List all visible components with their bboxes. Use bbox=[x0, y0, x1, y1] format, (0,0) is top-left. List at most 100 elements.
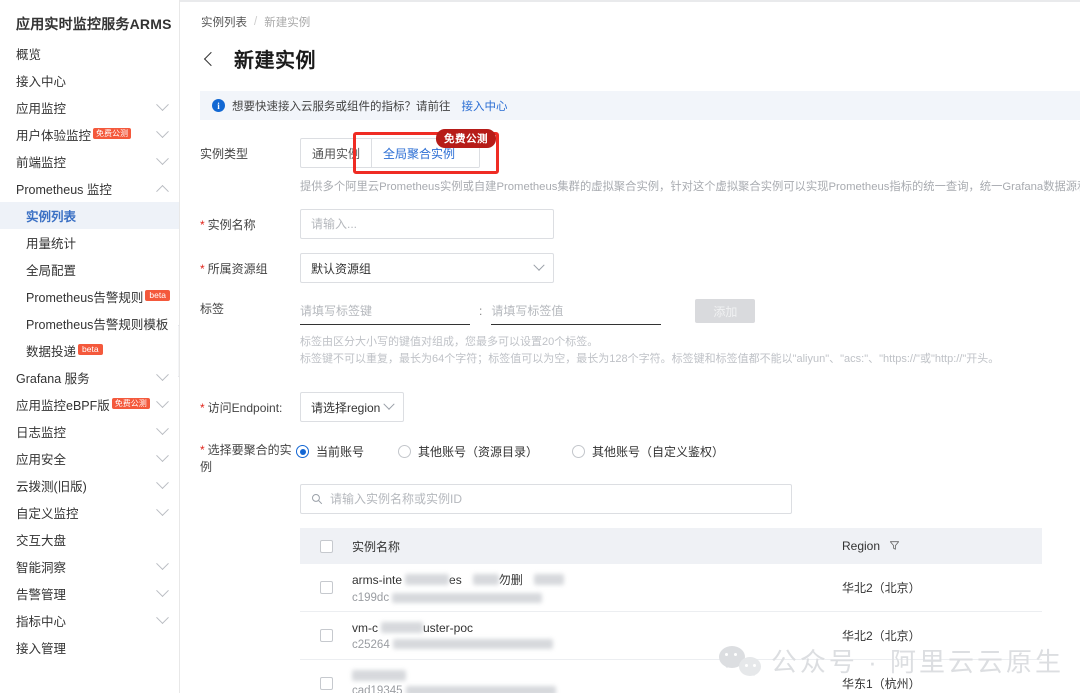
row-checkbox[interactable] bbox=[319, 677, 333, 690]
sidebar-item-6[interactable]: 实例列表 bbox=[0, 202, 179, 229]
breadcrumb-current: 新建实例 bbox=[264, 17, 311, 29]
redacted-text bbox=[472, 574, 499, 585]
chevron-down-icon bbox=[156, 503, 169, 517]
endpoint-region-value: 请选择region bbox=[311, 400, 381, 415]
sidebar-item-10[interactable]: Prometheus告警规则模板 bbox=[0, 310, 179, 337]
table-row[interactable]: cad19345 华东1（杭州） bbox=[300, 660, 1042, 693]
resource-group-value: 默认资源组 bbox=[311, 261, 372, 276]
instance-id-text: cad19345 bbox=[352, 685, 403, 693]
row-select-cell bbox=[300, 677, 352, 690]
sidebar-item-15[interactable]: 应用安全 bbox=[0, 445, 179, 472]
aggregate-scope-radio-2[interactable]: 其他账号（自定义鉴权） bbox=[572, 443, 724, 460]
sidebar-item-7[interactable]: 用量统计 bbox=[0, 229, 179, 256]
sidebar-item-9[interactable]: Prometheus告警规则 beta bbox=[0, 283, 179, 310]
sidebar-item-label: Prometheus告警规则 bbox=[26, 291, 144, 305]
spacer-label bbox=[200, 480, 300, 488]
instance-id: cad19345 bbox=[352, 685, 842, 693]
form-row-endpoint: 访问Endpoint: 请选择region bbox=[200, 392, 1080, 422]
chevron-down-icon bbox=[156, 98, 169, 112]
sidebar-item-8[interactable]: 全局配置 bbox=[0, 256, 179, 283]
instance-search-box[interactable] bbox=[300, 484, 792, 514]
instance-table: 实例名称 Region arms-inte es 勿删 c199dc 华北2（北京… bbox=[300, 528, 1042, 693]
page-title: 新建实例 bbox=[234, 50, 316, 72]
sidebar-item-5[interactable]: Prometheus 监控 bbox=[0, 175, 179, 202]
sidebar-item-14[interactable]: 日志监控 bbox=[0, 418, 179, 445]
aggregate-scope-radio-label: 其他账号（自定义鉴权） bbox=[592, 445, 725, 459]
table-row[interactable]: vm-c uster-poc c25264 华北2（北京） bbox=[300, 612, 1042, 660]
instance-type-option-general[interactable]: 通用实例 bbox=[301, 139, 373, 167]
select-all-checkbox[interactable] bbox=[319, 539, 333, 553]
sidebar-item-0[interactable]: 概览 bbox=[0, 40, 179, 67]
sidebar-item-label: 云拨测(旧版) bbox=[16, 480, 87, 494]
form-row-tags: 标签 : 添加 标签由区分大小写的键值对组成，您最多可以设置20个标签。 标签键… bbox=[200, 297, 1080, 368]
info-banner-text: 想要快速接入云服务或组件的指标？请前往 bbox=[232, 100, 451, 113]
breadcrumb-parent[interactable]: 实例列表 bbox=[201, 14, 247, 30]
aggregate-scope-radio-label: 当前账号 bbox=[316, 445, 365, 459]
sidebar-item-18[interactable]: 交互大盘 bbox=[0, 526, 179, 553]
table-header: 实例名称 Region bbox=[300, 528, 1042, 564]
tag-value-input[interactable] bbox=[491, 297, 662, 325]
radio-dot-icon bbox=[572, 445, 586, 458]
instance-name-suffix: es bbox=[449, 572, 462, 587]
row-region-cell: 华北2（北京） bbox=[842, 581, 921, 595]
table-row[interactable]: arms-inte es 勿删 c199dc 华北2（北京） bbox=[300, 564, 1042, 612]
label-resource-group: 所属资源组 bbox=[200, 253, 300, 278]
sidebar-item-label: 数据投递 bbox=[26, 345, 77, 359]
sidebar-item-1[interactable]: 接入中心 bbox=[0, 67, 179, 94]
sidebar-item-label: 接入管理 bbox=[16, 642, 67, 656]
breadcrumb-separator: / bbox=[254, 16, 258, 28]
row-select-cell bbox=[300, 629, 352, 642]
filter-icon[interactable] bbox=[889, 540, 900, 551]
sidebar-item-label: 用量统计 bbox=[26, 237, 77, 251]
form-row-instance-name: 实例名称 bbox=[200, 209, 1080, 239]
sidebar-item-label: 日志监控 bbox=[16, 426, 67, 440]
chevron-down-icon bbox=[156, 449, 169, 463]
sidebar-item-22[interactable]: 接入管理 bbox=[0, 634, 179, 661]
column-header-name: 实例名称 bbox=[352, 539, 401, 554]
tag-key-input[interactable] bbox=[300, 297, 470, 325]
chevron-down-icon bbox=[156, 368, 169, 382]
add-tag-button[interactable]: 添加 bbox=[695, 299, 756, 323]
chevron-down-icon bbox=[156, 584, 169, 598]
page-header: 新建实例 bbox=[180, 30, 1080, 73]
row-select-cell bbox=[300, 581, 352, 594]
sidebar-item-21[interactable]: 指标中心 bbox=[0, 607, 179, 634]
sidebar-item-11[interactable]: 数据投递 beta bbox=[0, 337, 179, 364]
label-tags: 标签 bbox=[200, 302, 225, 316]
sidebar-item-13[interactable]: 应用监控eBPF版 免费公测 bbox=[0, 391, 179, 418]
sidebar-item-3[interactable]: 用户体验监控 免费公测 bbox=[0, 121, 179, 148]
sidebar-item-2[interactable]: 应用监控 bbox=[0, 94, 179, 121]
instance-search-input[interactable] bbox=[330, 492, 781, 506]
form-row-instance-type: 实例类型 通用实例 全局聚合实例 免费公测 提供多个阿里云Prometheus实… bbox=[200, 129, 1080, 195]
sidebar-item-16[interactable]: 云拨测(旧版) bbox=[0, 472, 179, 499]
sidebar-item-4[interactable]: 前端监控 bbox=[0, 148, 179, 175]
sidebar: 应用实时监控服务ARMS 概览 接入中心 应用监控 用户体验监控 免费公测 前端监控 Pro… bbox=[0, 0, 180, 693]
row-checkbox[interactable] bbox=[319, 581, 333, 594]
sidebar-item-20[interactable]: 告警管理 bbox=[0, 580, 179, 607]
sidebar-item-label: 交互大盘 bbox=[16, 534, 67, 548]
info-banner-link[interactable]: 接入中心 bbox=[462, 98, 508, 114]
resource-group-select[interactable]: 默认资源组 bbox=[300, 253, 554, 283]
sidebar-item-badge: beta bbox=[78, 344, 103, 355]
aggregate-scope-radio-0[interactable]: 当前账号 bbox=[296, 443, 364, 460]
aggregate-scope-radio-1[interactable]: 其他账号（资源目录） bbox=[398, 443, 538, 460]
info-banner: i 想要快速接入云服务或组件的指标？请前往 接入中心 bbox=[200, 91, 1080, 120]
endpoint-region-select[interactable]: 请选择region bbox=[300, 392, 404, 422]
row-name-cell: arms-inte es 勿删 c199dc bbox=[352, 571, 842, 604]
chevron-down-icon bbox=[156, 395, 169, 409]
redacted-text bbox=[381, 622, 423, 633]
radio-dot-icon bbox=[398, 445, 412, 458]
instance-name-input[interactable] bbox=[300, 209, 554, 239]
tag-input-row: : 添加 bbox=[300, 297, 1080, 325]
sidebar-item-12[interactable]: Grafana 服务 bbox=[0, 364, 179, 391]
chevron-up-icon bbox=[156, 184, 169, 198]
instance-type-segmented-control: 通用实例 全局聚合实例 免费公测 bbox=[300, 129, 499, 174]
sidebar-item-label: 自定义监控 bbox=[16, 507, 79, 521]
tags-hint-line-2: 标签键不可以重复，最长为64个字符；标签值可以为空，最长为128个字符。标签键和… bbox=[300, 353, 1000, 365]
back-arrow-icon[interactable] bbox=[202, 52, 216, 66]
row-checkbox[interactable] bbox=[319, 629, 333, 642]
sidebar-item-17[interactable]: 自定义监控 bbox=[0, 499, 179, 526]
row-name-cell: vm-c uster-poc c25264 bbox=[352, 621, 842, 651]
instance-id: c199dc bbox=[352, 592, 842, 604]
sidebar-item-19[interactable]: 智能洞察 bbox=[0, 553, 179, 580]
